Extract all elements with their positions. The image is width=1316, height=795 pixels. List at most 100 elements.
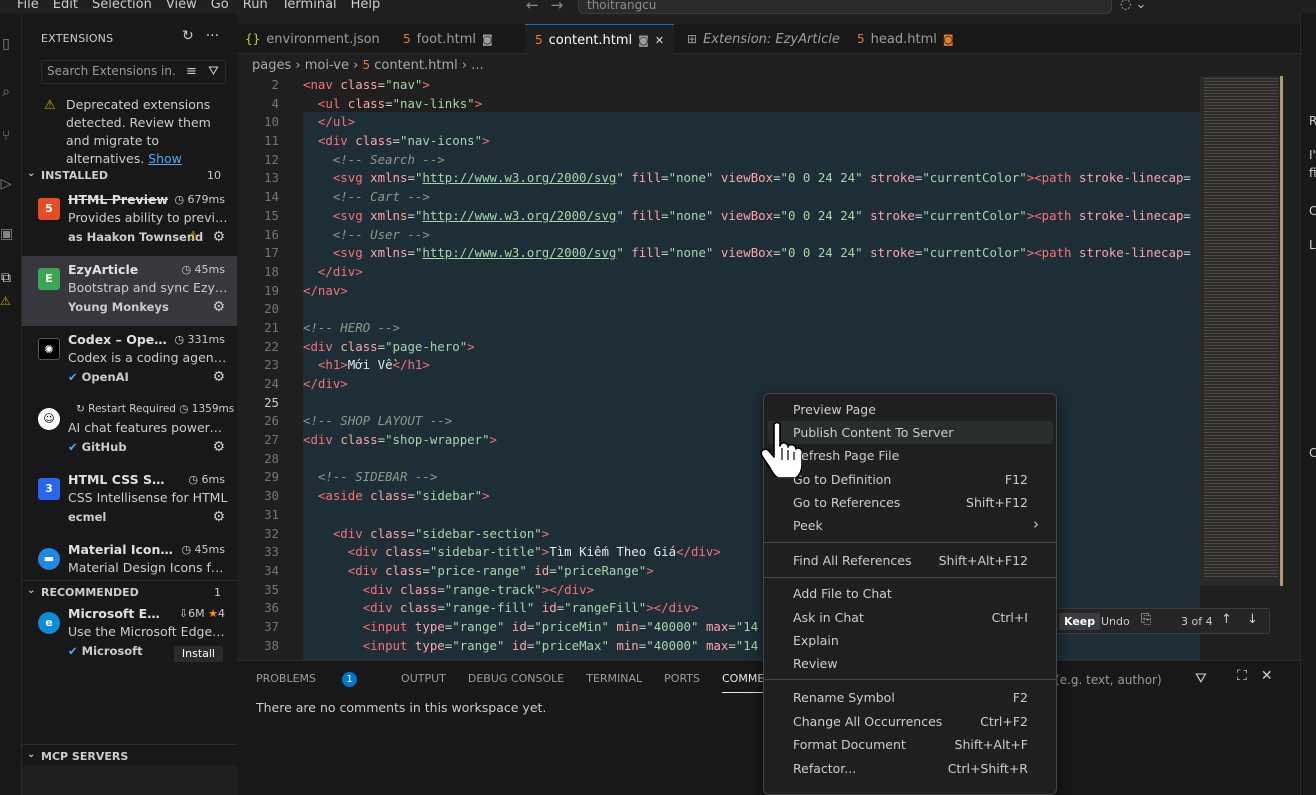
arrow-down-icon[interactable]: ↓: [1247, 612, 1258, 627]
remote-icon[interactable]: ▣: [0, 226, 13, 246]
maximize-panel-icon[interactable]: ⛶: [1237, 668, 1247, 684]
recommended-section-header[interactable]: ⌄ RECOMMENDED 1: [22, 580, 237, 602]
search-icon[interactable]: ⌕: [0, 84, 12, 104]
forward-arrow-icon[interactable]: →: [551, 0, 564, 14]
run-debug-icon[interactable]: ▷: [0, 176, 12, 196]
breadcrumb-item[interactable]: ...: [471, 58, 483, 73]
tab-debug-console[interactable]: DEBUG CONSOLE: [468, 672, 564, 687]
clear-filter-icon[interactable]: ≡: [186, 64, 197, 79]
menu-item-go-to-references[interactable]: Go to References Shift+F12: [768, 491, 1053, 514]
line-source: <!-- Search -->: [332, 151, 445, 167]
tab-ports[interactable]: PORTS: [664, 672, 700, 687]
filter-icon[interactable]: ⛛: [1195, 671, 1207, 687]
install-button[interactable]: Install: [173, 646, 223, 662]
tab-content-html[interactable]: 5 content.html ◙ ✕: [525, 24, 675, 54]
menu-item-peek[interactable]: Peek ›: [768, 514, 1053, 537]
filter-icon[interactable]: ⛛: [208, 64, 219, 79]
menu-selection[interactable]: Selection: [85, 0, 159, 14]
menu-item-format-document[interactable]: Format Document Shift+Alt+F: [768, 733, 1053, 756]
extensions-icon[interactable]: ⧉: [0, 270, 12, 290]
extension-item-microsoft-edge-tools[interactable]: e Microsoft E... ⇩6M ★4 Use the Microsof…: [22, 600, 237, 664]
mcp-servers-section-header[interactable]: ⌄ MCP SERVERS: [22, 744, 237, 766]
search-extensions-input[interactable]: [47, 64, 177, 78]
modified-dot-icon[interactable]: ◙: [482, 33, 493, 46]
menu-item-ask-in-chat[interactable]: Ask in Chat Ctrl+I: [768, 606, 1053, 629]
extension-item-html-css-support[interactable]: 3 HTML CSS Supp... ◷ 6ms CSS Intellisens…: [22, 466, 237, 536]
menu-separator: [764, 679, 1056, 680]
open-diff-icon[interactable]: ⎘: [1141, 612, 1151, 627]
menu-file[interactable]: File: [10, 0, 46, 14]
more-actions-icon[interactable]: ···: [206, 28, 219, 44]
comments-filter[interactable]: (e.g. text, author) ⛛: [1055, 668, 1235, 692]
gear-icon[interactable]: ⚙: [212, 299, 225, 315]
breadcrumb-item[interactable]: moi-ve: [305, 58, 349, 73]
extension-item-copilot-chat[interactable]: ☺ ↻ Restart Required ◷ 1359ms AI chat fe…: [22, 396, 237, 466]
line-number: 12: [264, 151, 279, 167]
menu-item-explain[interactable]: Explain: [768, 629, 1053, 652]
minimap-slider[interactable]: [1200, 76, 1280, 586]
tab-terminal[interactable]: TERMINAL: [586, 672, 642, 687]
extension-item-codex[interactable]: ✺ Codex – Open... ◷ 331ms Codex is a cod…: [22, 326, 237, 396]
close-panel-icon[interactable]: ✕: [1261, 668, 1273, 684]
menu-view[interactable]: View: [159, 0, 204, 14]
menu-item-review[interactable]: Review: [768, 652, 1053, 675]
tab-output[interactable]: OUTPUT: [401, 672, 446, 687]
minimap[interactable]: [1200, 76, 1300, 660]
line-number: 37: [264, 618, 279, 634]
extension-item-ezyarticle[interactable]: E EzyArticle ◷ 45ms Bootstrap and sync E…: [22, 256, 237, 326]
tab-environment-json[interactable]: {} environment.json: [245, 24, 380, 54]
tab-foot-html[interactable]: 5 foot.html ◙: [403, 24, 493, 54]
back-arrow-icon[interactable]: ←: [526, 0, 539, 14]
deprecated-warning-icon[interactable]: ⚠: [187, 229, 199, 244]
gear-icon[interactable]: ⚙: [212, 439, 225, 455]
gear-icon[interactable]: ⚙: [212, 509, 225, 525]
activation-time: ◷ 45ms: [181, 263, 225, 276]
line-number: 18: [264, 263, 279, 279]
undo-button[interactable]: Undo: [1101, 615, 1130, 628]
menu-item-go-to-definition[interactable]: Go to Definition F12: [768, 468, 1053, 491]
close-icon[interactable]: ✕: [655, 34, 664, 47]
restart-required-label[interactable]: ↻ Restart Required ◷ 1359ms: [76, 403, 234, 415]
extension-item-material-icon-theme[interactable]: ▬ Material Icon T... ◷ 45ms Material Des…: [22, 536, 237, 580]
extension-publisher: ✔ Microsoft: [68, 644, 143, 658]
menu-item-add-file-to-chat[interactable]: Add File to Chat: [768, 582, 1053, 605]
explorer-icon[interactable]: ▯: [0, 36, 12, 56]
line-source: <div class="sidebar-title">Tìm Kiếm Theo…: [347, 544, 721, 560]
menu-edit[interactable]: Edit: [46, 0, 85, 14]
filter-placeholder: (e.g. text, author): [1055, 673, 1162, 687]
refresh-icon[interactable]: ↻: [182, 28, 194, 44]
extension-description: AI chat features powered ...: [68, 420, 228, 435]
line-source: <div class="range-track"></div>: [362, 581, 594, 597]
command-center[interactable]: thoitrangcu: [578, 0, 1112, 14]
keep-button[interactable]: Keep: [1059, 613, 1101, 630]
menu-item-refresh-page-file[interactable]: Refresh Page File: [768, 444, 1053, 467]
installed-section-header[interactable]: ⌄ INSTALLED 10: [22, 164, 237, 186]
tab-problems[interactable]: PROBLEMS 1: [256, 672, 379, 687]
chat-toggle-icon[interactable]: ◌ ⌄: [1120, 0, 1146, 14]
title-bar: File Edit Selection View Go Run Terminal…: [0, 0, 1316, 14]
openai-logo-icon: ✺: [38, 338, 60, 360]
menu-terminal[interactable]: Terminal: [275, 0, 344, 14]
extension-item-html-preview[interactable]: 5 HTML Preview ◷ 679ms Provides ability …: [22, 186, 237, 256]
menu-item-find-all-references[interactable]: Find All References Shift+Alt+F12: [768, 549, 1053, 572]
menu-help[interactable]: Help: [344, 0, 388, 14]
menu-item-rename-symbol[interactable]: Rename Symbol F2: [768, 686, 1053, 709]
source-control-icon[interactable]: ⑂: [0, 128, 12, 148]
tab-extension-ezyarticle[interactable]: ⊞ Extension: EzyArticle: [687, 24, 840, 54]
breadcrumb-item[interactable]: content.html: [374, 58, 458, 73]
menu-run[interactable]: Run: [236, 0, 275, 14]
breadcrumb-item[interactable]: pages: [252, 58, 291, 73]
menu-item-preview-page[interactable]: Preview Page: [768, 398, 1053, 421]
menu-item-publish-content[interactable]: Publish Content To Server: [768, 421, 1053, 444]
menu-go[interactable]: Go: [204, 0, 236, 14]
modified-dot-icon[interactable]: ◙: [943, 33, 954, 46]
line-number: 20: [264, 301, 279, 317]
folder-icon: ▬: [38, 548, 60, 570]
menu-item-refactor[interactable]: Refactor... Ctrl+Shift+R: [768, 757, 1053, 780]
gear-icon[interactable]: ⚙: [212, 229, 225, 245]
arrow-up-icon[interactable]: ↑: [1221, 612, 1232, 627]
gear-icon[interactable]: ⚙: [212, 369, 225, 385]
extension-description: Use the Microsoft Edge To...: [68, 624, 228, 639]
menu-item-change-all-occurrences[interactable]: Change All Occurrences Ctrl+F2: [768, 710, 1053, 733]
tab-head-html[interactable]: 5 head.html ◙: [857, 24, 954, 54]
